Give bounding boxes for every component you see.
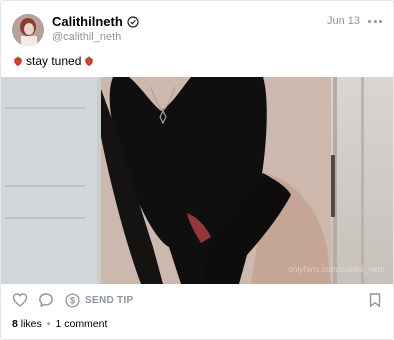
likes-label: likes — [20, 318, 42, 330]
post-media-image[interactable]: onlyfans.com/calithil_neth — [1, 77, 393, 284]
bookmark-icon[interactable] — [367, 292, 383, 308]
strawberry-emoji-icon — [83, 55, 95, 67]
dollar-circle-icon: $ — [65, 292, 80, 308]
likes-count[interactable]: 8 likes — [12, 318, 42, 330]
svg-text:$: $ — [70, 295, 75, 305]
verified-check-icon — [127, 15, 139, 28]
post-header: Calithilneth @calithil_neth Jun 13 — [1, 1, 393, 51]
post-card: Calithilneth @calithil_neth Jun 13 stay … — [0, 0, 394, 340]
author-name[interactable]: Calithilneth — [52, 14, 123, 29]
strawberry-emoji-icon — [12, 55, 24, 67]
post-photo — [1, 77, 393, 284]
comment-bubble-icon[interactable] — [38, 292, 54, 308]
heart-icon[interactable] — [12, 292, 28, 308]
post-stats: 8 likes • 1 comment — [12, 318, 107, 330]
avatar-image — [12, 14, 44, 46]
likes-number: 8 — [12, 318, 18, 330]
author-handle[interactable]: @calithil_neth — [52, 31, 121, 44]
comments-count[interactable]: 1 comment — [55, 318, 107, 330]
send-tip-button[interactable]: $ SEND TIP — [65, 292, 134, 308]
avatar[interactable] — [12, 14, 44, 46]
post-date[interactable]: Jun 13 — [327, 15, 360, 28]
post-caption: stay tuned — [12, 54, 95, 68]
media-watermark: onlyfans.com/calithil_neth — [288, 265, 385, 274]
post-actions: $ SEND TIP — [1, 286, 393, 314]
caption-text: stay tuned — [26, 54, 82, 68]
author-row: Calithilneth — [52, 14, 139, 29]
more-dots-icon[interactable] — [368, 15, 382, 27]
stats-separator: • — [46, 318, 51, 330]
send-tip-label: SEND TIP — [85, 294, 134, 306]
